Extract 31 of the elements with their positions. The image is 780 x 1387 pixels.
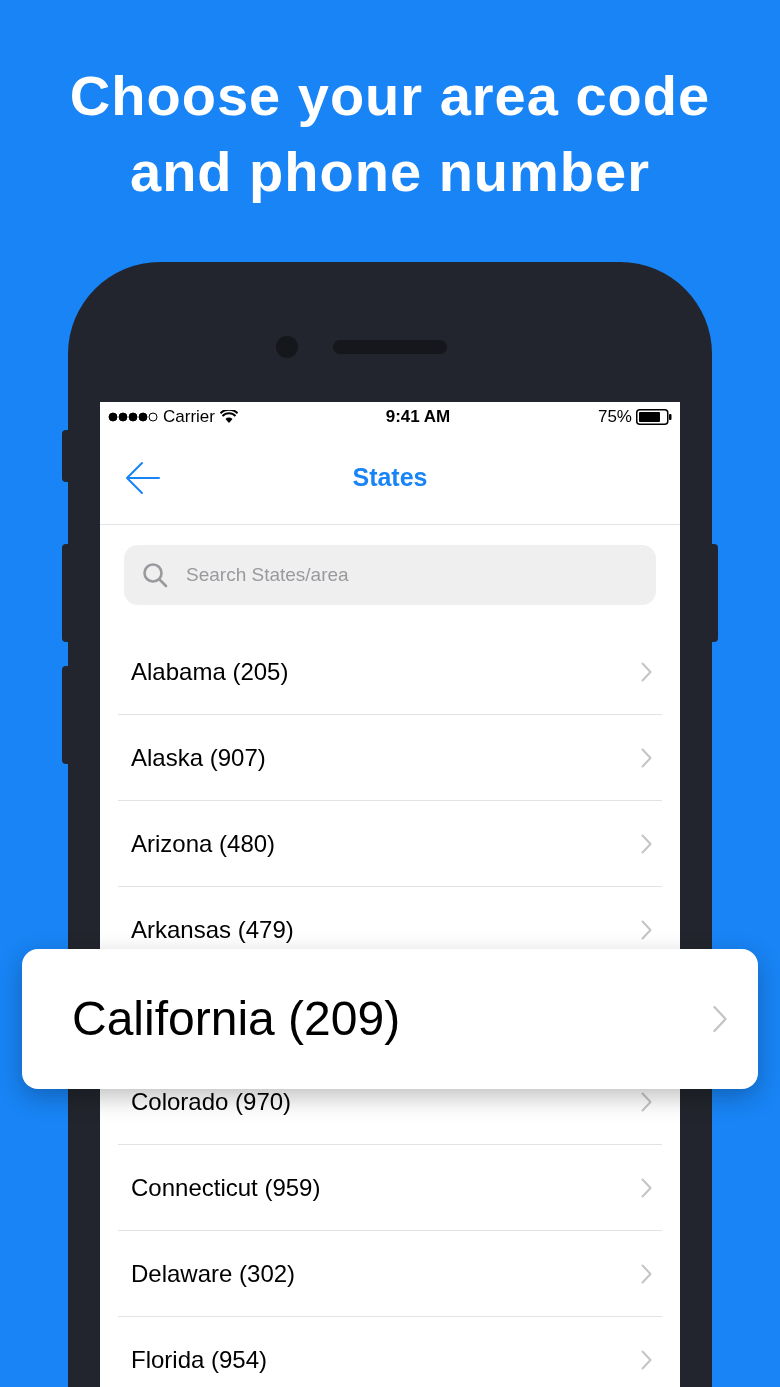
signal-icon bbox=[108, 412, 158, 422]
chevron-icon bbox=[641, 833, 652, 854]
carrier-label: Carrier bbox=[163, 406, 215, 429]
chevron-icon bbox=[641, 1091, 652, 1112]
chevron-icon bbox=[641, 1263, 652, 1284]
state-name[interactable]: Alabama (205) bbox=[131, 657, 289, 686]
screen-title: States bbox=[352, 462, 428, 494]
search-icon bbox=[142, 562, 168, 588]
chevron-icon bbox=[641, 1177, 652, 1198]
headline: and phone number bbox=[130, 139, 650, 205]
chevron-icon bbox=[641, 747, 652, 768]
wifi-icon bbox=[219, 410, 238, 424]
state-name[interactable]: Arkansas (479) bbox=[131, 915, 294, 944]
state-name[interactable]: Arizona (480) bbox=[131, 829, 276, 858]
chevron-icon bbox=[641, 1349, 652, 1370]
state-name[interactable]: Florida (954) bbox=[131, 1345, 268, 1374]
state-name[interactable]: Colorado (970) bbox=[131, 1087, 292, 1116]
chevron-icon bbox=[641, 661, 652, 682]
battery-percent: 75% bbox=[597, 406, 632, 429]
highlighted-state-card[interactable]: California (209) bbox=[22, 949, 758, 1089]
status-time: 9:41 AM bbox=[385, 406, 451, 429]
chevron-icon bbox=[641, 919, 652, 940]
headline: Choose your area code bbox=[69, 63, 711, 129]
state-name[interactable]: Connecticut (959) bbox=[131, 1173, 321, 1202]
back-button[interactable] bbox=[124, 460, 162, 496]
chevron-icon bbox=[712, 1005, 728, 1033]
state-name[interactable]: Delaware (302) bbox=[131, 1259, 296, 1288]
state-name[interactable]: Alaska (907) bbox=[131, 743, 266, 772]
search-field[interactable]: Search States/area bbox=[124, 545, 656, 605]
back-arrow-icon bbox=[125, 461, 161, 495]
battery-icon bbox=[636, 409, 672, 425]
